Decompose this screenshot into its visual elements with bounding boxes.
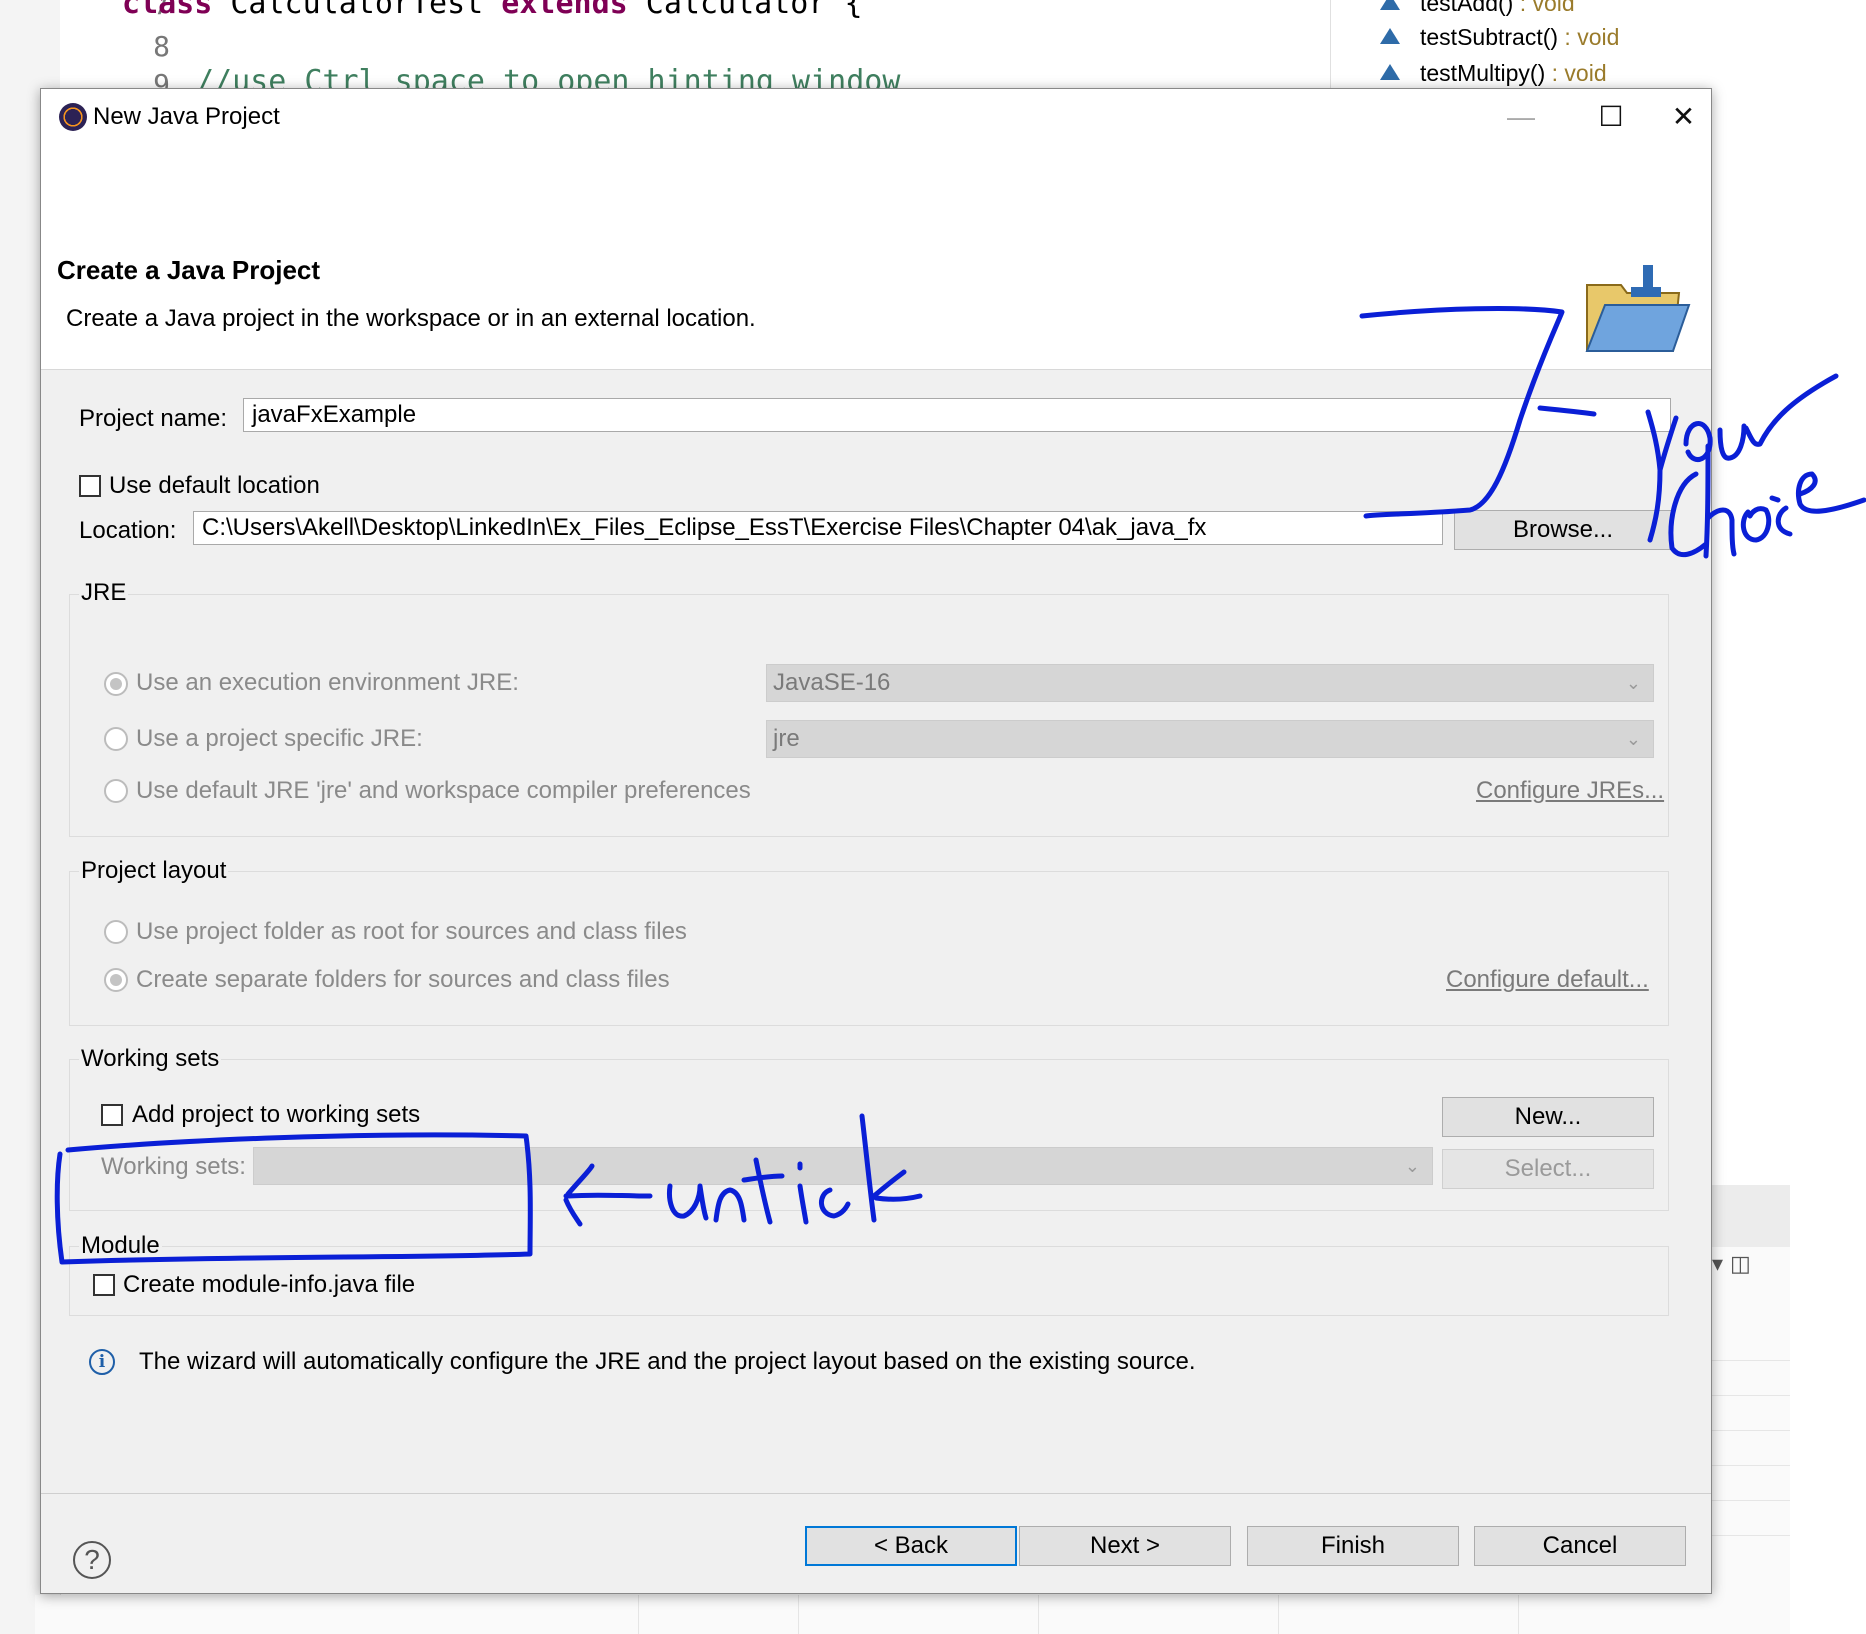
info-message: The wizard will automatically configure … bbox=[139, 1348, 1196, 1375]
wizard-banner: Create a Java Project Create a Java proj… bbox=[41, 145, 1711, 370]
minimize-button[interactable]: — bbox=[1476, 89, 1566, 145]
module-group-label: Module bbox=[79, 1232, 162, 1260]
page-description: Create a Java project in the workspace o… bbox=[66, 305, 756, 332]
jre-group-label: JRE bbox=[79, 579, 129, 607]
keyword-class: class bbox=[122, 0, 213, 21]
method-icon bbox=[1380, 28, 1400, 44]
panel-row-divider bbox=[1710, 1395, 1790, 1396]
layout-separate-label: Create separate folders for sources and … bbox=[136, 966, 670, 993]
working-sets-select[interactable]: ⌄ bbox=[253, 1147, 1433, 1185]
create-module-info-checkbox[interactable] bbox=[93, 1274, 115, 1296]
jre-env-select[interactable]: JavaSE-16 ⌄ bbox=[766, 664, 1654, 702]
use-default-location-label: Use default location bbox=[109, 472, 320, 499]
browse-button[interactable]: Browse... bbox=[1454, 510, 1672, 550]
panel-row-divider bbox=[1710, 1535, 1790, 1536]
jre-default-radio[interactable] bbox=[104, 779, 128, 803]
layout-separate-radio[interactable] bbox=[104, 968, 128, 992]
location-label: Location: bbox=[79, 517, 177, 544]
divider bbox=[1038, 1595, 1039, 1634]
jre-default-label: Use default JRE 'jre' and workspace comp… bbox=[136, 777, 751, 804]
footer-divider bbox=[41, 1493, 1711, 1494]
method-icon bbox=[1380, 0, 1400, 10]
next-button[interactable]: Next > bbox=[1019, 1526, 1231, 1566]
project-layout-group bbox=[69, 871, 1669, 1026]
eclipse-logo-icon bbox=[59, 103, 87, 131]
outline-method-type: : void bbox=[1558, 24, 1620, 50]
superclass-name: Calculator { bbox=[627, 0, 863, 21]
chevron-down-icon: ⌄ bbox=[1404, 1156, 1420, 1176]
select-working-sets-button[interactable]: Select... bbox=[1442, 1149, 1654, 1189]
class-name: CalculatorTest bbox=[212, 0, 502, 21]
outline-method-type: : void bbox=[1545, 60, 1607, 86]
layout-root-radio[interactable] bbox=[104, 920, 128, 944]
working-sets-group bbox=[69, 1059, 1669, 1211]
outline-method-name: testMultipy() bbox=[1420, 60, 1546, 86]
outline-method-name: testAdd() bbox=[1420, 0, 1514, 16]
configure-jres-link[interactable]: Configure JREs... bbox=[1476, 777, 1664, 805]
outline-item[interactable]: testAdd() : void bbox=[1380, 0, 1575, 17]
layout-root-label: Use project folder as root for sources a… bbox=[136, 918, 687, 945]
outline-method-type: : void bbox=[1513, 0, 1575, 16]
code-line-class: class CalculatorTest extends Calculator … bbox=[122, 0, 863, 21]
outline-item[interactable]: testMultipy() : void bbox=[1380, 60, 1607, 87]
new-working-set-button[interactable]: New... bbox=[1442, 1097, 1654, 1137]
method-icon bbox=[1380, 64, 1400, 80]
ide-status-area bbox=[35, 1595, 1785, 1634]
window-title: New Java Project bbox=[93, 103, 280, 130]
dialog-titlebar[interactable]: New Java Project — ☐ ✕ bbox=[41, 89, 1711, 145]
jre-env-label: Use an execution environment JRE: bbox=[136, 669, 519, 696]
divider bbox=[638, 1595, 639, 1634]
jre-specific-value: jre bbox=[773, 725, 800, 752]
info-icon: i bbox=[89, 1349, 115, 1375]
cancel-button[interactable]: Cancel bbox=[1474, 1526, 1686, 1566]
jre-specific-radio[interactable] bbox=[104, 727, 128, 751]
outline-method-name: testSubtract() bbox=[1420, 24, 1559, 50]
ide-code-editor[interactable]: 7 8 9 class CalculatorTest extends Calcu… bbox=[60, 0, 1260, 101]
working-sets-group-label: Working sets bbox=[79, 1045, 222, 1073]
panel-row-divider bbox=[1710, 1500, 1790, 1501]
configure-default-link[interactable]: Configure default... bbox=[1446, 966, 1649, 994]
project-name-label: Project name: bbox=[79, 405, 228, 432]
keyword-extends: extends bbox=[501, 0, 628, 21]
panel-header bbox=[1710, 1185, 1790, 1247]
new-project-folder-icon bbox=[1585, 265, 1691, 352]
panel-row-divider bbox=[1710, 1430, 1790, 1431]
project-layout-group-label: Project layout bbox=[79, 857, 229, 885]
divider bbox=[798, 1595, 799, 1634]
jre-specific-label: Use a project specific JRE: bbox=[136, 725, 423, 752]
page-title: Create a Java Project bbox=[57, 255, 321, 285]
use-default-location-checkbox[interactable] bbox=[79, 475, 101, 497]
divider bbox=[1518, 1595, 1519, 1634]
line-number: 8 bbox=[153, 30, 170, 63]
add-to-working-sets-label: Add project to working sets bbox=[132, 1101, 421, 1128]
new-java-project-dialog: New Java Project — ☐ ✕ Create a Java Pro… bbox=[40, 88, 1712, 1594]
location-input[interactable]: C:\Users\Akell\Desktop\LinkedIn\Ex_Files… bbox=[193, 511, 1443, 545]
maximize-button[interactable]: ☐ bbox=[1566, 89, 1656, 145]
add-to-working-sets-checkbox[interactable] bbox=[101, 1104, 123, 1126]
jre-specific-select[interactable]: jre ⌄ bbox=[766, 720, 1654, 758]
outline-item[interactable]: testSubtract() : void bbox=[1380, 24, 1620, 51]
help-icon[interactable]: ? bbox=[73, 1541, 111, 1579]
back-button[interactable]: < Back bbox=[805, 1526, 1017, 1566]
finish-button[interactable]: Finish bbox=[1247, 1526, 1459, 1566]
chevron-down-icon: ⌄ bbox=[1625, 729, 1641, 749]
jre-env-radio[interactable] bbox=[104, 672, 128, 696]
jre-env-value: JavaSE-16 bbox=[773, 669, 891, 696]
create-module-info-label: Create module-info.java file bbox=[123, 1271, 416, 1298]
close-button[interactable]: ✕ bbox=[1656, 89, 1711, 145]
project-name-input[interactable]: javaFxExample bbox=[243, 398, 1671, 432]
divider bbox=[1278, 1595, 1279, 1634]
working-sets-label: Working sets: bbox=[101, 1153, 246, 1180]
panel-row-divider bbox=[1710, 1465, 1790, 1466]
panel-view-menu-icon[interactable]: ▾ ◫ bbox=[1712, 1252, 1751, 1277]
panel-row-divider bbox=[1710, 1360, 1790, 1361]
chevron-down-icon: ⌄ bbox=[1625, 673, 1641, 693]
